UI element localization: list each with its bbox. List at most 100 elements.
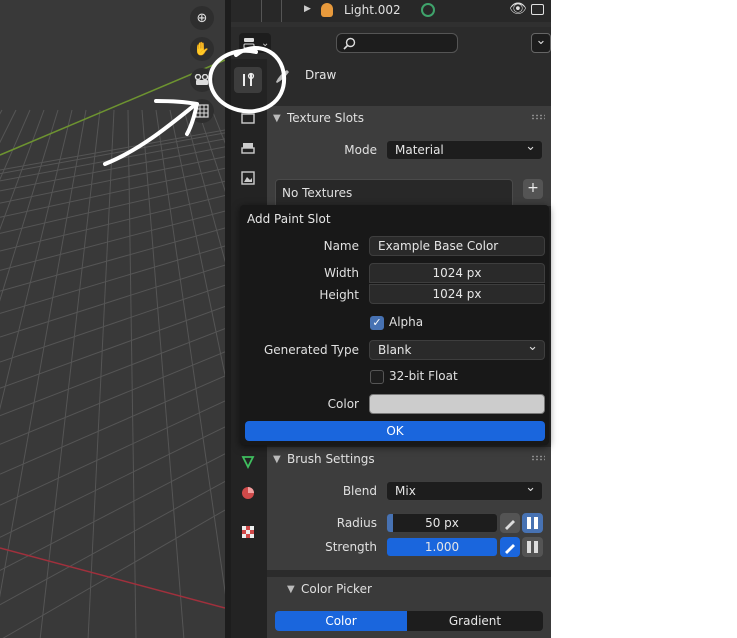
grid-line (211, 109, 225, 144)
light-data-icon[interactable] (421, 3, 435, 17)
hand-pan-icon[interactable]: ✋ (190, 37, 214, 61)
grid-line (169, 109, 225, 378)
add-paint-slot-popup: Add Paint Slot Name Example Base Color W… (240, 205, 549, 445)
render-tab-icon[interactable] (234, 105, 262, 131)
mode-dropdown[interactable]: Material (386, 140, 543, 160)
drag-grip-icon[interactable] (531, 114, 545, 120)
name-value: Example Base Color (378, 239, 499, 253)
alpha-checkbox[interactable]: ✓ (370, 316, 384, 330)
panel-title: Color Picker (301, 582, 372, 596)
brush-settings-panel: ▼ Brush Settings Blend Mix Radius 50 px … (267, 447, 551, 570)
zoom-icon[interactable]: ⊕ (190, 6, 214, 30)
grid-line (2, 509, 225, 638)
panel-title: Texture Slots (287, 111, 364, 125)
blend-label: Blend (342, 484, 377, 498)
radius-fill (387, 514, 393, 532)
eye-icon[interactable]: 👁 (509, 1, 527, 17)
grid-line (0, 264, 225, 338)
grid-line (0, 375, 225, 475)
color-label: Color (327, 397, 359, 411)
view-layer-tab-icon[interactable] (234, 165, 262, 191)
grid-icon[interactable] (190, 99, 214, 123)
strength-value: 1.000 (424, 540, 460, 554)
strength-label: Strength (325, 540, 377, 554)
radius-value: 50 px (425, 516, 459, 530)
width-label: Width (324, 266, 359, 280)
blend-value: Mix (395, 484, 416, 498)
alpha-label: Alpha (389, 315, 424, 329)
camera-render-icon[interactable] (531, 4, 544, 15)
color-swatch[interactable] (369, 394, 545, 414)
texture-tab-icon[interactable] (234, 519, 262, 545)
chevron-down-icon: ⌄ (261, 37, 270, 49)
strength-unit-toggle[interactable] (522, 537, 543, 557)
width-value: 1024 px (432, 266, 482, 280)
viewport-navigation-gizmo: ⊕ ✋ (190, 6, 218, 130)
grid-line (197, 109, 225, 192)
options-dropdown[interactable]: ⌄ (531, 33, 551, 53)
grid-line (0, 481, 225, 606)
grid-line (0, 109, 3, 115)
grid-line (39, 109, 101, 638)
strength-pressure-toggle[interactable] (500, 537, 520, 557)
camera-icon[interactable] (190, 68, 214, 92)
generated-type-dropdown[interactable]: Blank (369, 340, 545, 360)
height-field[interactable]: 1024 px (369, 284, 545, 304)
strength-slider[interactable]: 1.000 (386, 537, 498, 557)
float-checkbox[interactable] (370, 370, 384, 384)
3d-viewport[interactable]: ⊕ ✋ (0, 0, 225, 638)
popup-title: Add Paint Slot (247, 212, 331, 226)
tool-name: Draw (305, 68, 337, 82)
outliner-row[interactable]: ▶ Light.002 👁 (231, 0, 551, 22)
drag-grip-icon[interactable] (531, 455, 545, 461)
outliner-item-label[interactable]: Light.002 (344, 3, 401, 17)
float-label: 32-bit Float (389, 369, 458, 383)
grid-line (127, 109, 137, 638)
texture-slots-header[interactable]: ▼ Texture Slots (267, 106, 551, 130)
grid-line (0, 284, 225, 363)
editor-type-button[interactable]: ⌄ (239, 33, 271, 53)
x-axis-line (0, 547, 225, 609)
width-field[interactable]: 1024 px (369, 263, 545, 283)
name-field[interactable]: Example Base Color (369, 236, 545, 256)
unit-icon (527, 517, 538, 529)
chevron-down-icon: ▼ (287, 583, 295, 595)
material-tab-icon[interactable] (234, 480, 262, 506)
search-input[interactable] (336, 33, 458, 53)
color-picker-panel: ▼ Color Picker Color Gradient (267, 577, 551, 638)
panel-title: Brush Settings (287, 452, 375, 466)
mesh-data-tab-icon[interactable] (234, 449, 262, 475)
grid-line (87, 109, 115, 638)
height-label: Height (319, 288, 359, 302)
brush-settings-header[interactable]: ▼ Brush Settings (267, 447, 551, 471)
mode-value: Material (395, 143, 444, 157)
expand-arrow-icon[interactable]: ▶ (304, 4, 311, 14)
search-icon (343, 37, 356, 50)
ok-button[interactable]: OK (245, 421, 545, 441)
tab-gradient[interactable]: Gradient (407, 611, 543, 631)
height-value: 1024 px (432, 287, 482, 301)
grid-line (0, 453, 225, 571)
output-tab-icon[interactable] (234, 135, 262, 161)
radius-pressure-toggle[interactable] (500, 513, 520, 533)
brush-icon (273, 67, 293, 85)
add-slot-button[interactable]: + (523, 179, 543, 199)
grid-line (0, 305, 225, 389)
empty-list-text: No Textures (282, 186, 353, 200)
tab-color[interactable]: Color (275, 611, 407, 631)
color-picker-header[interactable]: ▼ Color Picker (281, 577, 551, 601)
properties-header: ⌄ ⌄ (231, 27, 551, 59)
pen-pressure-icon (505, 544, 515, 554)
chevron-down-icon: ▼ (273, 453, 281, 465)
blend-dropdown[interactable]: Mix (386, 481, 543, 501)
tool-wrench-icon[interactable] (234, 67, 262, 93)
texture-slots-panel: ▼ Texture Slots Mode Material No Texture… (267, 106, 551, 219)
unit-icon (527, 541, 538, 553)
tree-line (261, 0, 262, 22)
radius-unit-toggle[interactable] (522, 513, 543, 533)
editor-type-icon (243, 38, 255, 49)
grid-line (0, 400, 225, 506)
radius-slider[interactable]: 50 px (386, 513, 498, 533)
grid-line (0, 426, 225, 538)
grid-line (0, 245, 225, 314)
